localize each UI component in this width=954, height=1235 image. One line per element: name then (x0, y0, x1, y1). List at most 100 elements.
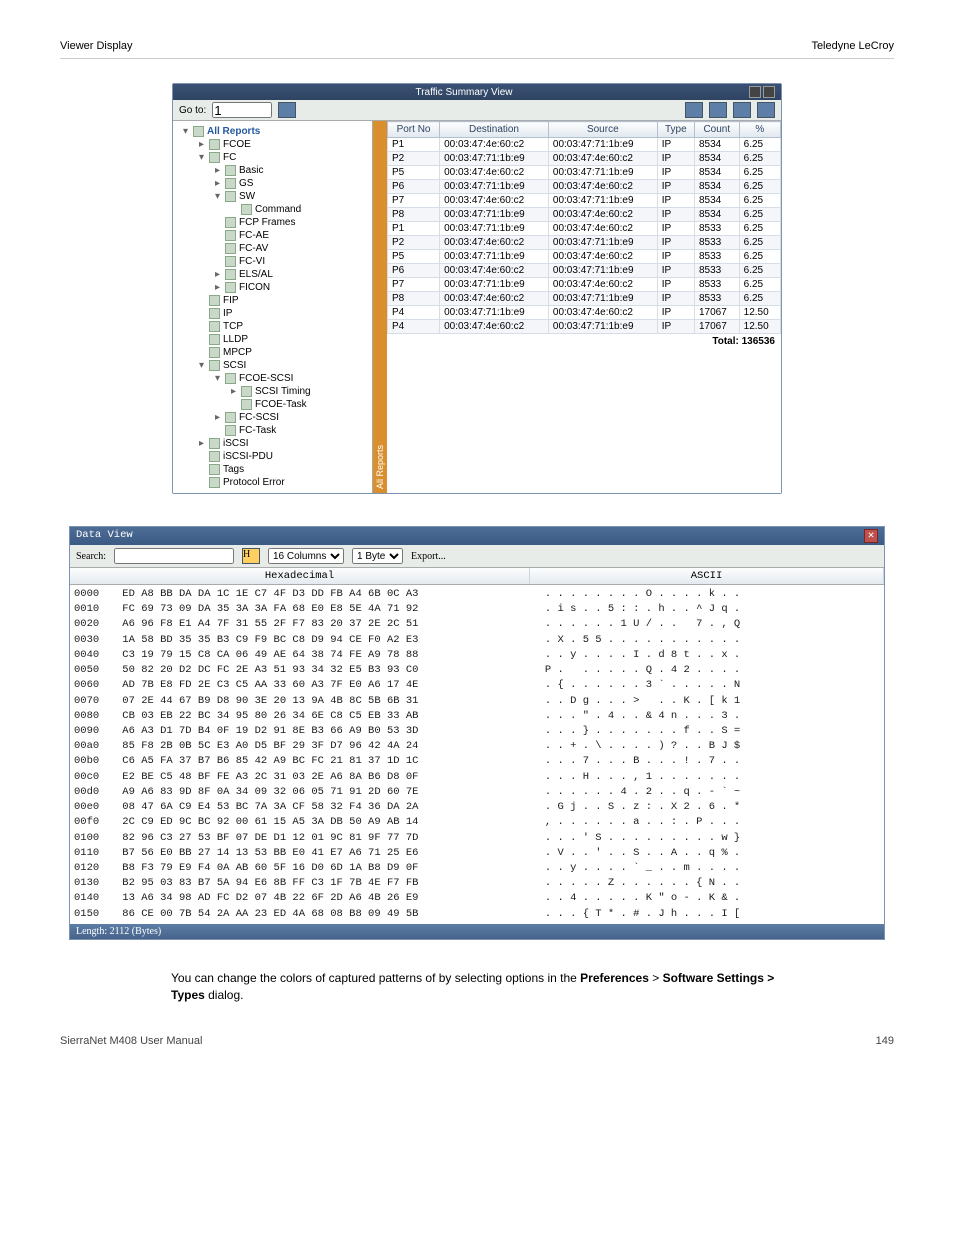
hex-row[interactable]: 00d0 A9 A6 83 9D 8F 0A 34 09 32 06 05 71… (74, 785, 880, 800)
table-row[interactable]: P200:03:47:4e:60:c200:03:47:71:1b:e9IP85… (388, 236, 781, 250)
hex-row[interactable]: 0070 07 2E 44 67 B9 D8 90 3E 20 13 9A 4B… (74, 694, 880, 709)
col-port-no[interactable]: Port No (388, 122, 440, 138)
table-row[interactable]: P400:03:47:71:1b:e900:03:47:4e:60:c2IP17… (388, 306, 781, 320)
hex-row[interactable]: 00b0 C6 A5 FA 37 B7 B6 85 42 A9 BC FC 21… (74, 754, 880, 769)
tree-scsitiming[interactable]: ▸SCSI Timing (223, 385, 370, 398)
traffic-title: Traffic Summary View (179, 87, 749, 98)
tree-iscsi[interactable]: ▸iSCSI (191, 437, 370, 450)
close-icon[interactable] (763, 86, 775, 98)
table-row[interactable]: P700:03:47:71:1b:e900:03:47:4e:60:c2IP85… (388, 278, 781, 292)
tree-lldp[interactable]: LLDP (191, 333, 370, 346)
traffic-grid: Port NoDestinationSourceTypeCount% P100:… (387, 121, 781, 493)
table-row[interactable]: P800:03:47:71:1b:e900:03:47:4e:60:c2IP85… (388, 208, 781, 222)
toolbar-btn-3[interactable] (733, 102, 751, 118)
maximize-icon[interactable] (749, 86, 761, 98)
bytes-select[interactable]: 1 Byte (352, 548, 403, 564)
search-input[interactable] (114, 548, 234, 564)
tree-mpcp[interactable]: MPCP (191, 346, 370, 359)
tree-fctask[interactable]: FC-Task (207, 424, 370, 437)
toolbar-btn-2[interactable] (709, 102, 727, 118)
hex-row[interactable]: 00f0 2C C9 ED 9C BC 92 00 61 15 A5 3A DB… (74, 815, 880, 830)
hex-header: Hexadecimal (70, 568, 530, 584)
hex-row[interactable]: 0100 82 96 C3 27 53 BF 07 DE D1 12 01 9C… (74, 831, 880, 846)
table-row[interactable]: P600:03:47:71:1b:e900:03:47:4e:60:c2IP85… (388, 180, 781, 194)
tree-elsal[interactable]: ▸ELS/AL (207, 268, 370, 281)
dataview-status: Length: 2112 (Bytes) (70, 924, 884, 939)
goto-input[interactable] (212, 102, 272, 118)
hex-row[interactable]: 00e0 08 47 6A C9 E4 53 BC 7A 3A CF 58 32… (74, 800, 880, 815)
tree-fcae[interactable]: FC-AE (207, 229, 370, 242)
tree-fip[interactable]: FIP (191, 294, 370, 307)
tree-all-reports[interactable]: ▾All Reports (175, 125, 370, 138)
hex-row[interactable]: 00c0 E2 BE C5 48 BF FE A3 2C 31 03 2E A6… (74, 770, 880, 785)
export-button[interactable]: Export... (411, 551, 446, 562)
goto-next-button[interactable] (278, 102, 296, 118)
table-row[interactable]: P500:03:47:4e:60:c200:03:47:71:1b:e9IP85… (388, 166, 781, 180)
tree-command[interactable]: Command (223, 203, 370, 216)
table-row[interactable]: P400:03:47:4e:60:c200:03:47:71:1b:e9IP17… (388, 320, 781, 334)
tree-tcp[interactable]: TCP (191, 320, 370, 333)
tree-fcoetask[interactable]: FCOE-Task (223, 398, 370, 411)
tree-fcoe[interactable]: ▸FCOE (191, 138, 370, 151)
table-row[interactable]: P600:03:47:4e:60:c200:03:47:71:1b:e9IP85… (388, 264, 781, 278)
hex-row[interactable]: 0020 A6 96 F8 E1 A4 7F 31 55 2F F7 83 20… (74, 617, 880, 632)
total-label: Total: (712, 336, 738, 347)
hex-row[interactable]: 0050 50 82 20 D2 DC FC 2E A3 51 93 34 32… (74, 663, 880, 678)
table-row[interactable]: P100:03:47:4e:60:c200:03:47:71:1b:e9IP85… (388, 138, 781, 152)
tree-fcoescsi[interactable]: ▾FCOE-SCSI (207, 372, 370, 385)
hex-row[interactable]: 0040 C3 19 79 15 C8 CA 06 49 AE 64 38 74… (74, 648, 880, 663)
col-count[interactable]: Count (694, 122, 739, 138)
hex-row[interactable]: 0010 FC 69 73 09 DA 35 3A 3A FA 68 E0 E8… (74, 602, 880, 617)
hex-dump[interactable]: 0000 ED A8 BB DA DA 1C 1E C7 4F D3 DD FB… (70, 585, 884, 924)
hex-row[interactable]: 0120 B8 F3 79 E9 F4 0A AB 60 5F 16 D0 6D… (74, 861, 880, 876)
hex-row[interactable]: 0030 1A 58 BD 35 35 B3 C9 F9 BC C8 D9 94… (74, 633, 880, 648)
hex-row[interactable]: 0130 B2 95 03 83 B7 5A 94 E6 8B FF C3 1F… (74, 876, 880, 891)
toolbar-btn-1[interactable] (685, 102, 703, 118)
hex-row[interactable]: 0000 ED A8 BB DA DA 1C 1E C7 4F D3 DD FB… (74, 587, 880, 602)
tree-fcvi[interactable]: FC-VI (207, 255, 370, 268)
tree-gs[interactable]: ▸GS (207, 177, 370, 190)
hex-row[interactable]: 00a0 85 F8 2B 0B 5C E3 A0 D5 BF 29 3F D7… (74, 739, 880, 754)
side-tab-allreports[interactable]: All Reports (373, 121, 387, 493)
tree-sw[interactable]: ▾SW (207, 190, 370, 203)
table-row[interactable]: P800:03:47:4e:60:c200:03:47:71:1b:e9IP85… (388, 292, 781, 306)
table-row[interactable]: P200:03:47:71:1b:e900:03:47:4e:60:c2IP85… (388, 152, 781, 166)
tree-fc[interactable]: ▾FC (191, 151, 370, 164)
tree-fcpframes[interactable]: FCP Frames (207, 216, 370, 229)
tree-iscsipdu[interactable]: iSCSI-PDU (191, 450, 370, 463)
tree-ficon[interactable]: ▸FICON (207, 281, 370, 294)
header-right: Teledyne LeCroy (811, 40, 894, 52)
dataview-title: Data View (76, 529, 133, 543)
header-left: Viewer Display (60, 40, 133, 52)
tree-tags[interactable]: Tags (191, 463, 370, 476)
traffic-summary-panel: Traffic Summary View Go to: ▾All Reports… (172, 83, 782, 494)
tree-basic[interactable]: ▸Basic (207, 164, 370, 177)
table-row[interactable]: P100:03:47:71:1b:e900:03:47:4e:60:c2IP85… (388, 222, 781, 236)
toolbar-btn-4[interactable] (757, 102, 775, 118)
col-%[interactable]: % (739, 122, 780, 138)
tree-ip[interactable]: IP (191, 307, 370, 320)
search-label: Search: (76, 551, 106, 562)
col-source[interactable]: Source (548, 122, 657, 138)
tree-protoerr[interactable]: Protocol Error (191, 476, 370, 489)
hex-row[interactable]: 0110 B7 56 E0 BB 27 14 13 53 BB E0 41 E7… (74, 846, 880, 861)
hex-row[interactable]: 0140 13 A6 34 98 AD FC D2 07 4B 22 6F 2D… (74, 891, 880, 906)
table-row[interactable]: P500:03:47:71:1b:e900:03:47:4e:60:c2IP85… (388, 250, 781, 264)
tree-scsi[interactable]: ▾SCSI (191, 359, 370, 372)
tree-fcav[interactable]: FC-AV (207, 242, 370, 255)
total-value: 136536 (742, 336, 775, 347)
tree-fcscsi[interactable]: ▸FC-SCSI (207, 411, 370, 424)
hex-row[interactable]: 0090 A6 A3 D1 7D B4 0F 19 D2 91 8E B3 66… (74, 724, 880, 739)
hex-row[interactable]: 0060 AD 7B E8 FD 2E C3 C5 AA 33 60 A3 7F… (74, 678, 880, 693)
table-row[interactable]: P700:03:47:4e:60:c200:03:47:71:1b:e9IP85… (388, 194, 781, 208)
footer-left: SierraNet M408 User Manual (60, 1035, 202, 1047)
col-destination[interactable]: Destination (440, 122, 549, 138)
search-highlight-button[interactable]: H (242, 548, 260, 564)
col-type[interactable]: Type (657, 122, 694, 138)
hex-row[interactable]: 0150 86 CE 00 7B 54 2A AA 23 ED 4A 68 08… (74, 907, 880, 922)
hex-row[interactable]: 0080 CB 03 EB 22 BC 34 95 80 26 34 6E C8… (74, 709, 880, 724)
note-text: You can change the colors of captured pa… (171, 970, 783, 1005)
columns-select[interactable]: 16 Columns (268, 548, 344, 564)
close-icon[interactable]: ✕ (864, 529, 878, 543)
footer-right: 149 (876, 1035, 894, 1047)
